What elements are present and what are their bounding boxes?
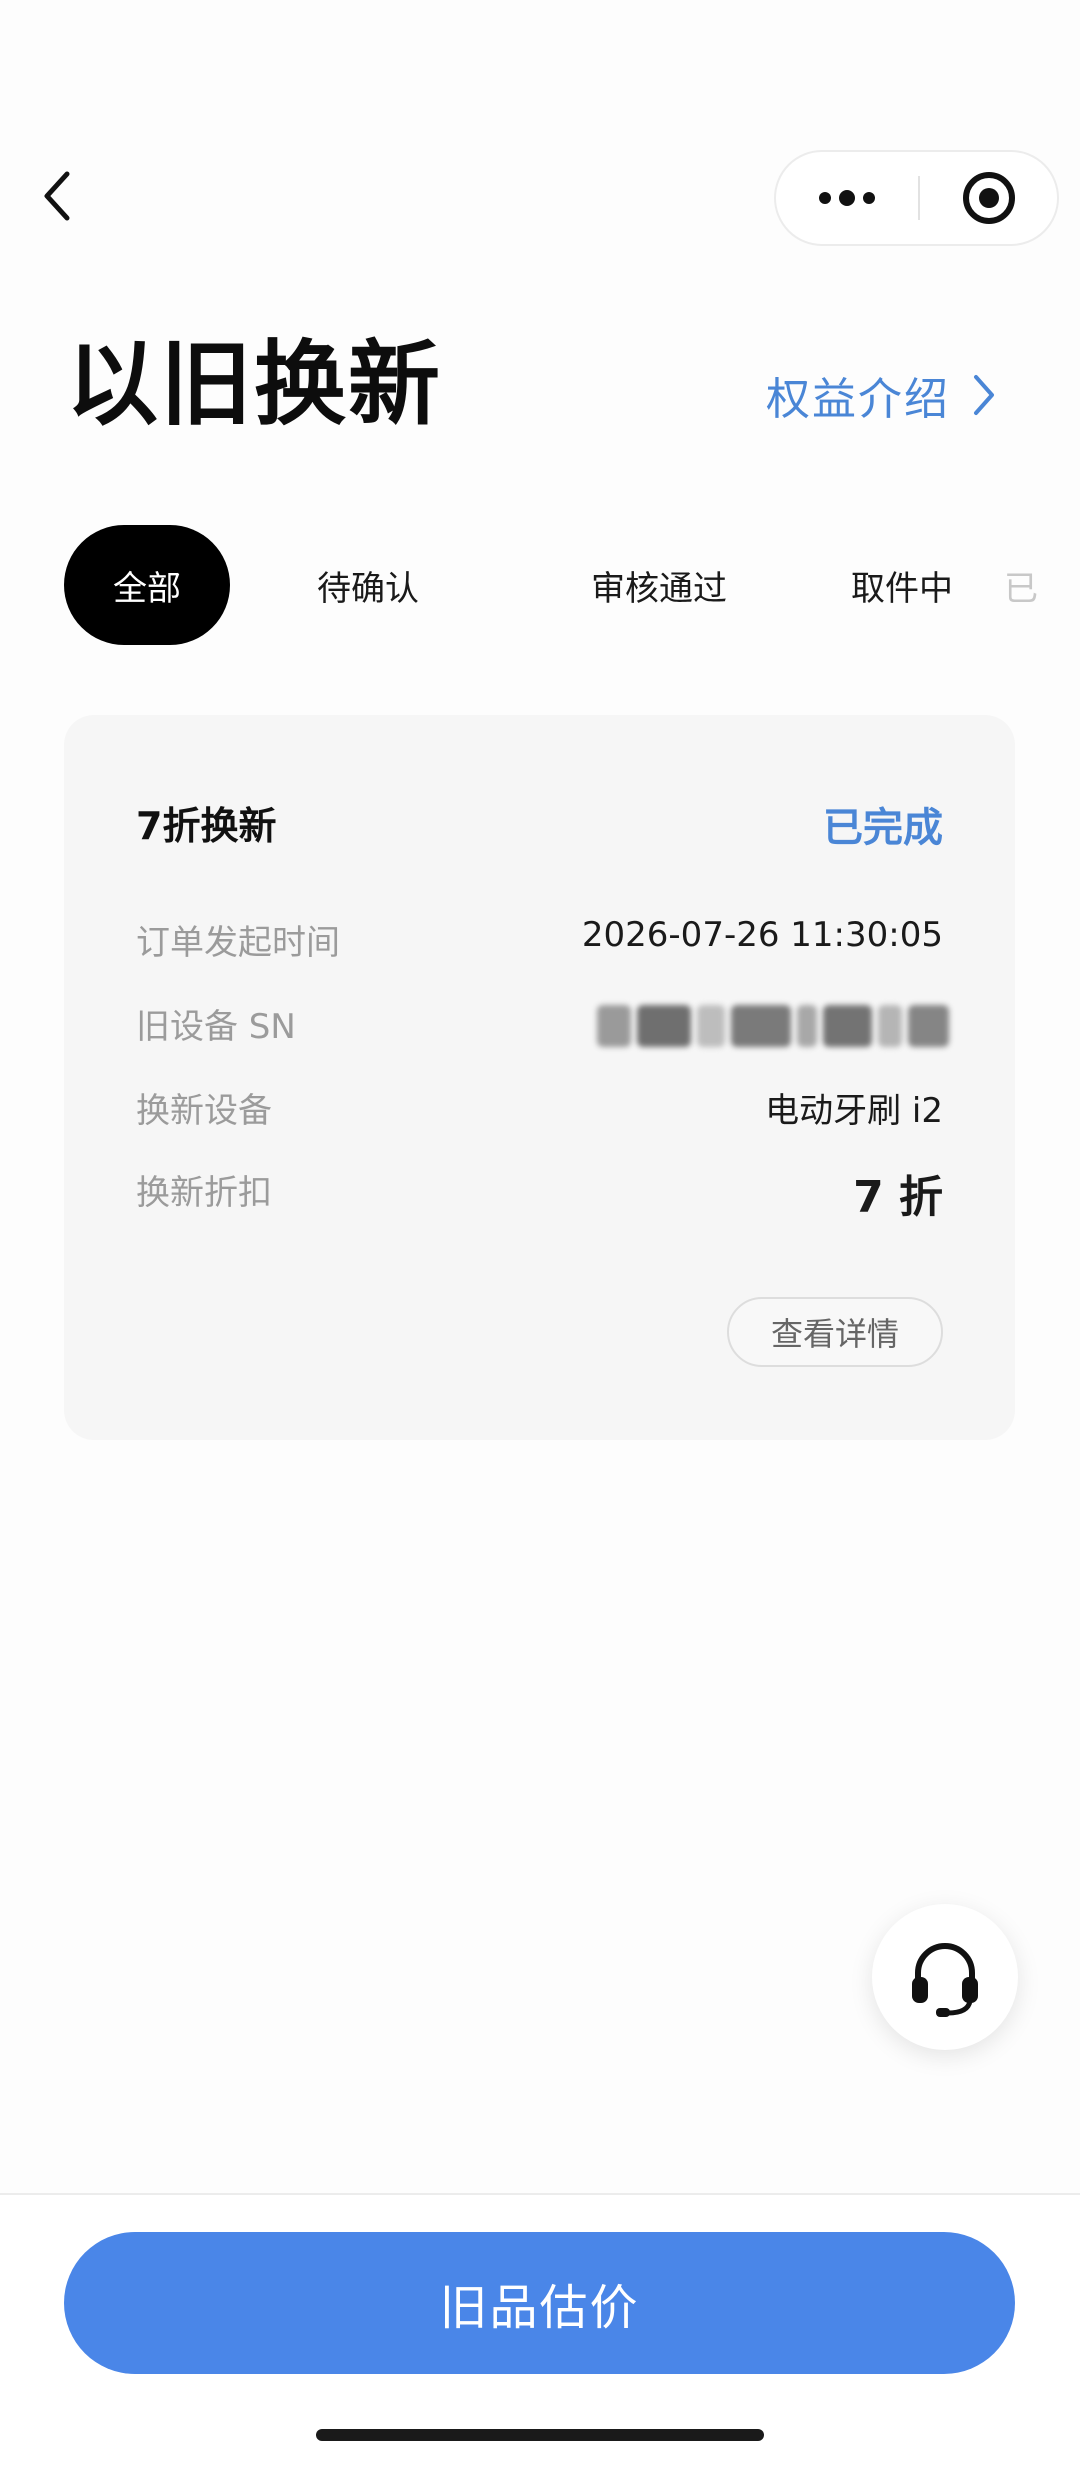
benefit-intro-link[interactable]: 权益介绍	[766, 360, 996, 430]
mini-program-capsule	[774, 150, 1059, 246]
home-indicator	[316, 2429, 764, 2441]
tab-all[interactable]: 全部	[64, 525, 230, 645]
order-time-value: 2026-07-26 11:30:05	[581, 915, 943, 955]
more-dots-icon	[819, 190, 875, 206]
benefit-intro-label: 权益介绍	[766, 374, 950, 425]
chevron-right-icon	[974, 375, 994, 415]
tab-next-partial[interactable]: 已	[1004, 525, 1080, 645]
order-time-label: 订单发起时间	[136, 923, 340, 963]
back-button[interactable]	[28, 160, 84, 232]
order-title: 7折换新	[136, 804, 277, 848]
page-title: 以旧换新	[66, 331, 443, 438]
old-device-sn-label: 旧设备 SN	[136, 1007, 296, 1047]
old-device-sn-redacted	[597, 995, 949, 1057]
trade-in-estimate-button[interactable]: 旧品估价	[64, 2232, 1015, 2374]
back-chevron-icon	[44, 171, 70, 221]
close-button[interactable]	[920, 152, 1057, 244]
customer-service-button[interactable]	[872, 1904, 1018, 2050]
close-target-icon	[962, 172, 1015, 224]
page: 以旧换新 权益介绍 全部 待确认 审核通过 取件中 已 7折换新 已完成 订单发…	[0, 0, 1080, 2469]
order-status: 已完成	[823, 805, 943, 851]
tab-pending-confirm[interactable]: 待确认	[278, 525, 458, 645]
new-device-value: 电动牙刷 i2	[765, 1091, 943, 1131]
more-button[interactable]	[776, 152, 918, 244]
view-details-button[interactable]: 查看详情	[727, 1297, 943, 1367]
discount-label: 换新折扣	[136, 1173, 272, 1213]
order-card[interactable]: 7折换新 已完成 订单发起时间 2026-07-26 11:30:05 旧设备 …	[64, 715, 1015, 1440]
discount-value: 7 折	[853, 1172, 943, 1223]
headset-icon	[912, 1943, 978, 2017]
status-tabs: 全部 待确认 审核通过 取件中 已	[64, 525, 1080, 645]
tab-pickup[interactable]: 取件中	[806, 525, 998, 645]
new-device-label: 换新设备	[136, 1091, 272, 1131]
tab-approved[interactable]: 审核通过	[514, 525, 804, 645]
